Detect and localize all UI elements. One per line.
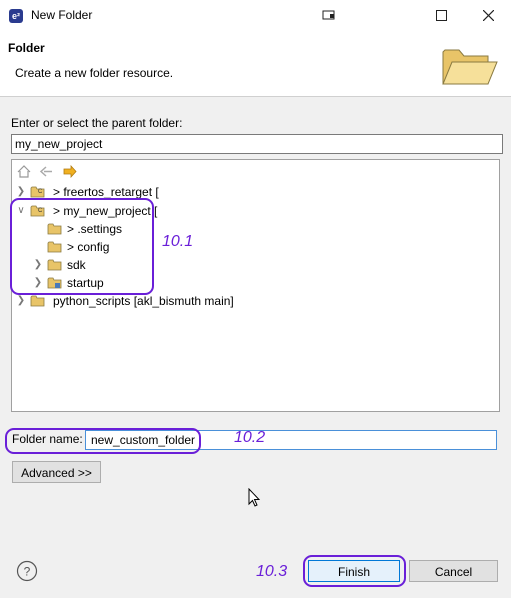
parent-folder-input[interactable]: my_new_project	[11, 134, 503, 154]
maximize-icon[interactable]	[418, 0, 464, 32]
header-title: Folder	[8, 41, 45, 55]
annotation-box-folder-name	[5, 428, 201, 454]
window-title: New Folder	[31, 8, 93, 22]
dialog-header	[0, 32, 511, 97]
restore-icon[interactable]	[306, 0, 352, 32]
mouse-cursor-icon	[248, 487, 261, 511]
svg-text:C: C	[38, 189, 43, 195]
folder-banner-icon	[440, 42, 498, 91]
annotation-label-10-3: 10.3	[256, 563, 288, 580]
annotation-label-10-2: 10.2	[234, 429, 266, 446]
project-folder-icon	[30, 295, 45, 307]
close-icon[interactable]	[465, 0, 511, 32]
svg-text:?: ?	[24, 565, 31, 579]
c-project-icon: C	[30, 186, 45, 198]
annotation-box-finish	[303, 555, 406, 587]
header-description: Create a new folder resource.	[15, 66, 174, 80]
app-icon: e²	[9, 9, 23, 23]
cancel-button[interactable]: Cancel	[409, 560, 498, 582]
forward-icon[interactable]	[63, 164, 77, 181]
help-icon[interactable]: ?	[16, 560, 38, 585]
parent-folder-label: Enter or select the parent folder:	[11, 116, 183, 130]
back-icon[interactable]	[39, 165, 53, 181]
annotation-box-tree	[10, 198, 154, 295]
annotation-label-10-1: 10.1	[162, 233, 194, 250]
advanced-button[interactable]: Advanced >>	[12, 461, 101, 483]
home-icon[interactable]	[17, 165, 31, 181]
